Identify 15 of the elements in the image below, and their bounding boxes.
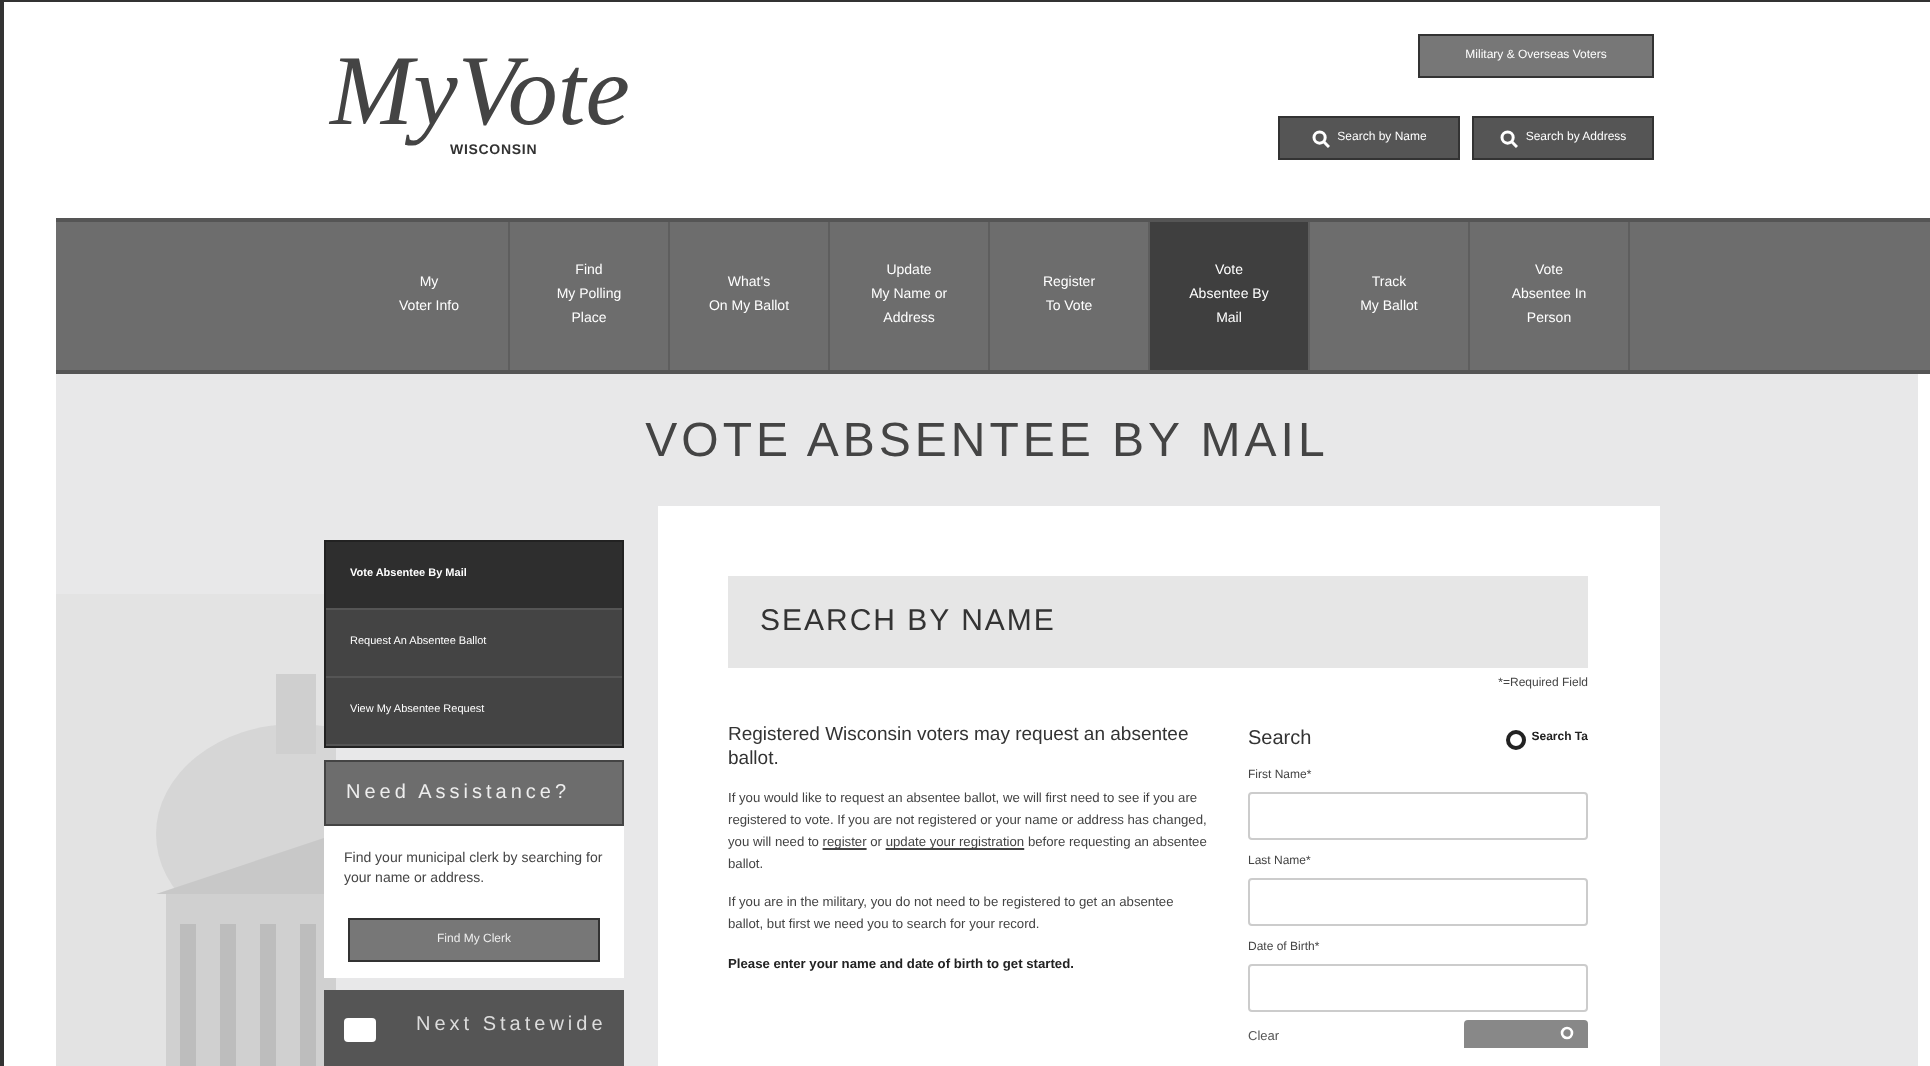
input-field[interactable] bbox=[1248, 964, 1588, 1012]
search-button[interactable] bbox=[1464, 1020, 1588, 1048]
info-icon bbox=[1505, 729, 1526, 749]
search-icon bbox=[1560, 1026, 1576, 1042]
input-field[interactable] bbox=[1248, 792, 1588, 840]
form-title: Search bbox=[1248, 726, 1312, 754]
intro-text: Registered Wisconsin voters may request an absentee ballot. bbox=[728, 724, 1191, 772]
section-heading: SEARCH BY NAME bbox=[760, 601, 1056, 642]
next-election-title: Next Statewide bbox=[416, 1012, 607, 1040]
search-icon bbox=[1499, 129, 1518, 147]
assistance-title: Need Assistance? bbox=[324, 760, 624, 826]
page-title: VOTE ABSENTEE BY MAIL bbox=[643, 412, 1331, 472]
input-field[interactable] bbox=[1248, 878, 1588, 926]
logo-script[interactable]: MyVote bbox=[330, 38, 630, 142]
search-icon bbox=[1311, 129, 1330, 147]
